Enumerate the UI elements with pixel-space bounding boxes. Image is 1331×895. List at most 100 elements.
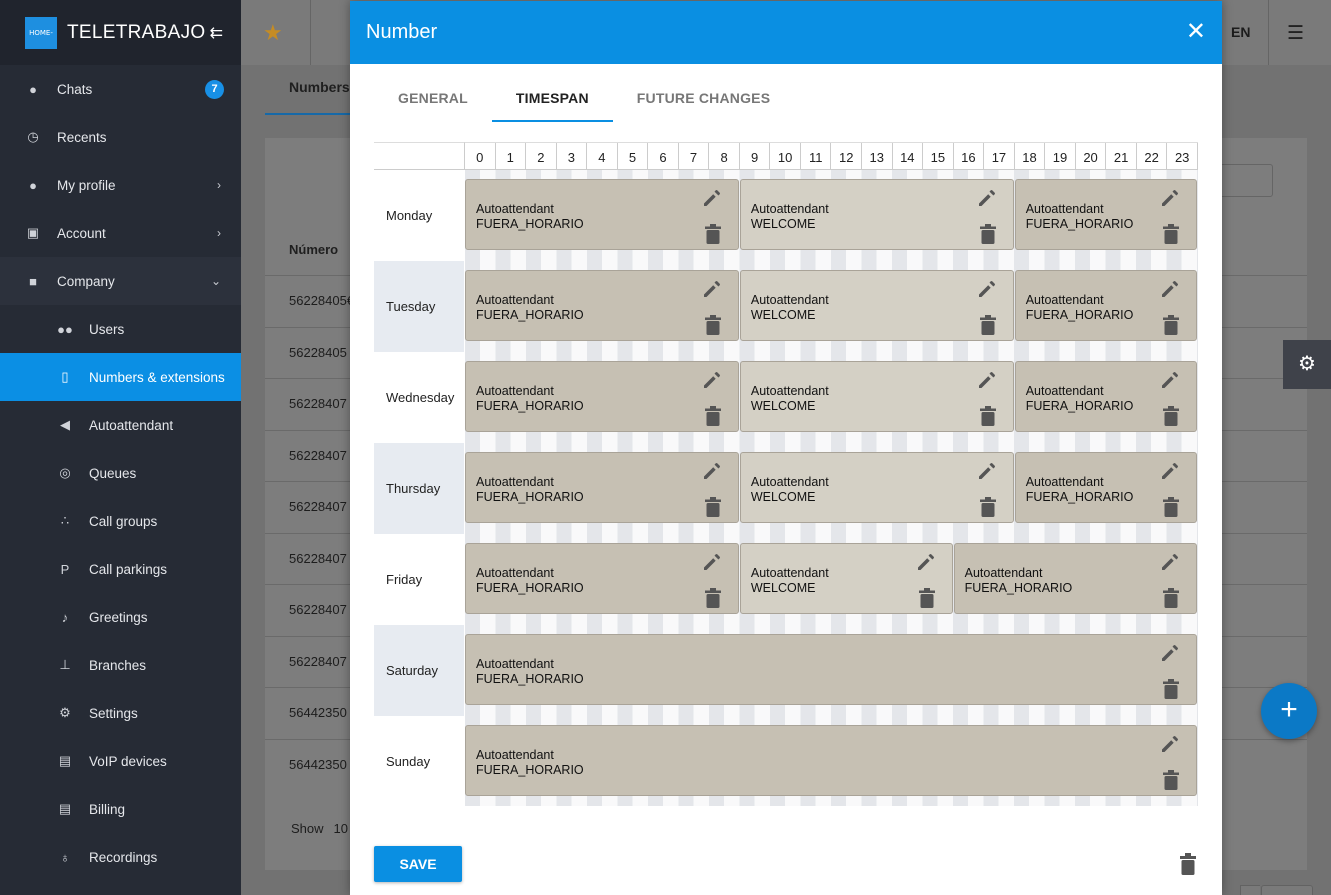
sidebar-item-chats[interactable]: ● Chats 7 xyxy=(0,65,241,113)
trash-icon[interactable] xyxy=(1180,853,1196,875)
previous-page-button[interactable] xyxy=(1240,885,1260,895)
trash-icon[interactable] xyxy=(979,497,996,517)
edit-icon[interactable] xyxy=(977,279,997,299)
sidebar-item-recordings[interactable]: ♁ Recordings xyxy=(0,833,241,881)
edit-icon[interactable] xyxy=(1160,461,1180,481)
sidebar-item-settings[interactable]: ⚙ Settings xyxy=(0,689,241,737)
sidebar-item-label: Numbers & extensions xyxy=(89,369,225,385)
timespan-slot[interactable]: Autoattendant FUERA_HORARIO xyxy=(1014,361,1197,432)
sidebar-item-account[interactable]: ▣ Account › xyxy=(0,209,241,257)
tab-future-changes[interactable]: FUTURE CHANGES xyxy=(613,76,794,122)
parking-icon: P xyxy=(60,561,70,577)
trash-icon[interactable] xyxy=(704,406,721,426)
trash-icon[interactable] xyxy=(704,588,721,608)
day-row-tuesday: Tuesday Autoattendant FUERA_HORARIO Autoatt… xyxy=(374,261,1198,352)
save-button[interactable]: SAVE xyxy=(374,846,462,882)
timespan-slot[interactable]: Autoattendant FUERA_HORARIO xyxy=(465,270,739,341)
sidebar-item-recents[interactable]: ◷ Recents xyxy=(0,113,241,161)
page-size-select[interactable]: 10 xyxy=(334,821,348,836)
edit-icon[interactable] xyxy=(702,188,722,208)
timespan-slot[interactable]: Autoattendant FUERA_HORARIO xyxy=(1014,270,1197,341)
timespan-slot[interactable]: Autoattendant FUERA_HORARIO xyxy=(465,361,739,432)
slot-target: FUERA_HORARIO xyxy=(1025,490,1134,504)
edit-icon[interactable] xyxy=(1160,643,1180,663)
dialog-tabs: GENERAL TIMESPAN FUTURE CHANGES xyxy=(374,76,794,122)
timespan-slot[interactable]: Autoattendant WELCOME xyxy=(739,179,1014,250)
timespan-slot[interactable]: Autoattendant FUERA_HORARIO xyxy=(465,634,1197,705)
timespan-slot[interactable]: Autoattendant FUERA_HORARIO xyxy=(1014,452,1197,523)
language-selector[interactable]: EN xyxy=(1231,24,1250,40)
edit-icon[interactable] xyxy=(1160,188,1180,208)
edit-icon[interactable] xyxy=(1160,734,1180,754)
edit-icon[interactable] xyxy=(1160,279,1180,299)
edit-icon[interactable] xyxy=(977,370,997,390)
timespan-slot[interactable]: Autoattendant FUERA_HORARIO xyxy=(465,543,739,614)
trash-icon[interactable] xyxy=(1162,679,1179,699)
tab-timespan[interactable]: TIMESPAN xyxy=(491,76,613,122)
close-icon[interactable]: ✕ xyxy=(1186,19,1206,45)
sidebar-item-label: Call parkings xyxy=(89,561,168,577)
trash-icon[interactable] xyxy=(704,497,721,517)
trash-icon[interactable] xyxy=(1162,224,1179,244)
hour-label: 15 xyxy=(923,143,954,170)
timespan-slot[interactable]: Autoattendant FUERA_HORARIO xyxy=(465,452,739,523)
trash-icon[interactable] xyxy=(704,224,721,244)
timespan-slot[interactable]: Autoattendant FUERA_HORARIO xyxy=(465,179,739,250)
trash-icon[interactable] xyxy=(1162,770,1179,790)
timespan-slot[interactable]: Autoattendant FUERA_HORARIO xyxy=(465,725,1197,796)
tab-numbers[interactable]: Numbers xyxy=(265,65,350,115)
sidebar-item-my-profile[interactable]: ● My profile › xyxy=(0,161,241,209)
hour-label: 20 xyxy=(1075,143,1107,170)
star-icon[interactable]: ★ xyxy=(263,20,283,46)
number-cell: 56228407 xyxy=(289,447,347,463)
edit-icon[interactable] xyxy=(977,461,997,481)
trash-icon[interactable] xyxy=(1162,406,1179,426)
edit-icon[interactable] xyxy=(702,279,722,299)
slot-type: Autoattendant xyxy=(1025,202,1104,216)
timespan-slot[interactable]: Autoattendant FUERA_HORARIO xyxy=(1014,179,1197,250)
trash-icon[interactable] xyxy=(1162,315,1179,335)
trash-icon[interactable] xyxy=(979,406,996,426)
edit-icon[interactable] xyxy=(977,188,997,208)
day-row-sunday: Sunday Autoattendant FUERA_HORARIO xyxy=(374,716,1198,806)
edit-icon[interactable] xyxy=(916,552,936,572)
trash-icon[interactable] xyxy=(918,588,935,608)
edit-icon[interactable] xyxy=(1160,370,1180,390)
chat-icon: ● xyxy=(29,81,37,97)
timespan-slot[interactable]: Autoattendant WELCOME xyxy=(739,452,1014,523)
briefcase-icon: ■ xyxy=(29,273,37,289)
day-label: Saturday xyxy=(374,625,464,716)
trash-icon[interactable] xyxy=(704,315,721,335)
trash-icon[interactable] xyxy=(1162,497,1179,517)
sidebar-item-voip-devices[interactable]: ▤ VoIP devices xyxy=(0,737,241,785)
sidebar-item-users[interactable]: ●● Users xyxy=(0,305,241,353)
sidebar-item-call-parkings[interactable]: P Call parkings xyxy=(0,545,241,593)
add-button[interactable]: + xyxy=(1261,683,1317,739)
list-menu-icon[interactable]: ☰ xyxy=(1287,22,1304,45)
next-page-button[interactable]: Next xyxy=(1261,885,1313,895)
timespan-slot[interactable]: Autoattendant WELCOME xyxy=(739,270,1014,341)
sidebar-item-numbers-extensions[interactable]: ▯ Numbers & extensions xyxy=(0,353,241,401)
tab-general[interactable]: GENERAL xyxy=(374,76,492,122)
trash-icon[interactable] xyxy=(1162,588,1179,608)
sidebar-item-branches[interactable]: ⊥ Branches xyxy=(0,641,241,689)
edit-icon[interactable] xyxy=(702,461,722,481)
gear-icon[interactable]: ⚙ xyxy=(1283,340,1331,389)
sidebar-item-autoattendant[interactable]: ◀ Autoattendant xyxy=(0,401,241,449)
edit-icon[interactable] xyxy=(702,370,722,390)
edit-icon[interactable] xyxy=(702,552,722,572)
trash-icon[interactable] xyxy=(979,224,996,244)
slot-target: WELCOME xyxy=(750,217,816,231)
sidebar-item-greetings[interactable]: ♪ Greetings xyxy=(0,593,241,641)
sidebar-item-company[interactable]: ■ Company ⌄ xyxy=(0,257,241,305)
trash-icon[interactable] xyxy=(979,315,996,335)
sidebar-item-billing[interactable]: ▤ Billing xyxy=(0,785,241,833)
timespan-slot[interactable]: Autoattendant WELCOME xyxy=(739,361,1014,432)
day-row-friday: Friday Autoattendant FUERA_HORARIO Autoatte… xyxy=(374,534,1198,625)
timespan-slot[interactable]: Autoattendant WELCOME xyxy=(739,543,953,614)
edit-icon[interactable] xyxy=(1160,552,1180,572)
collapse-menu-icon[interactable]: ⇇ xyxy=(210,23,223,43)
sidebar-item-queues[interactable]: ◎ Queues xyxy=(0,449,241,497)
timespan-slot[interactable]: Autoattendant FUERA_HORARIO xyxy=(953,543,1197,614)
sidebar-item-call-groups[interactable]: ∴ Call groups xyxy=(0,497,241,545)
